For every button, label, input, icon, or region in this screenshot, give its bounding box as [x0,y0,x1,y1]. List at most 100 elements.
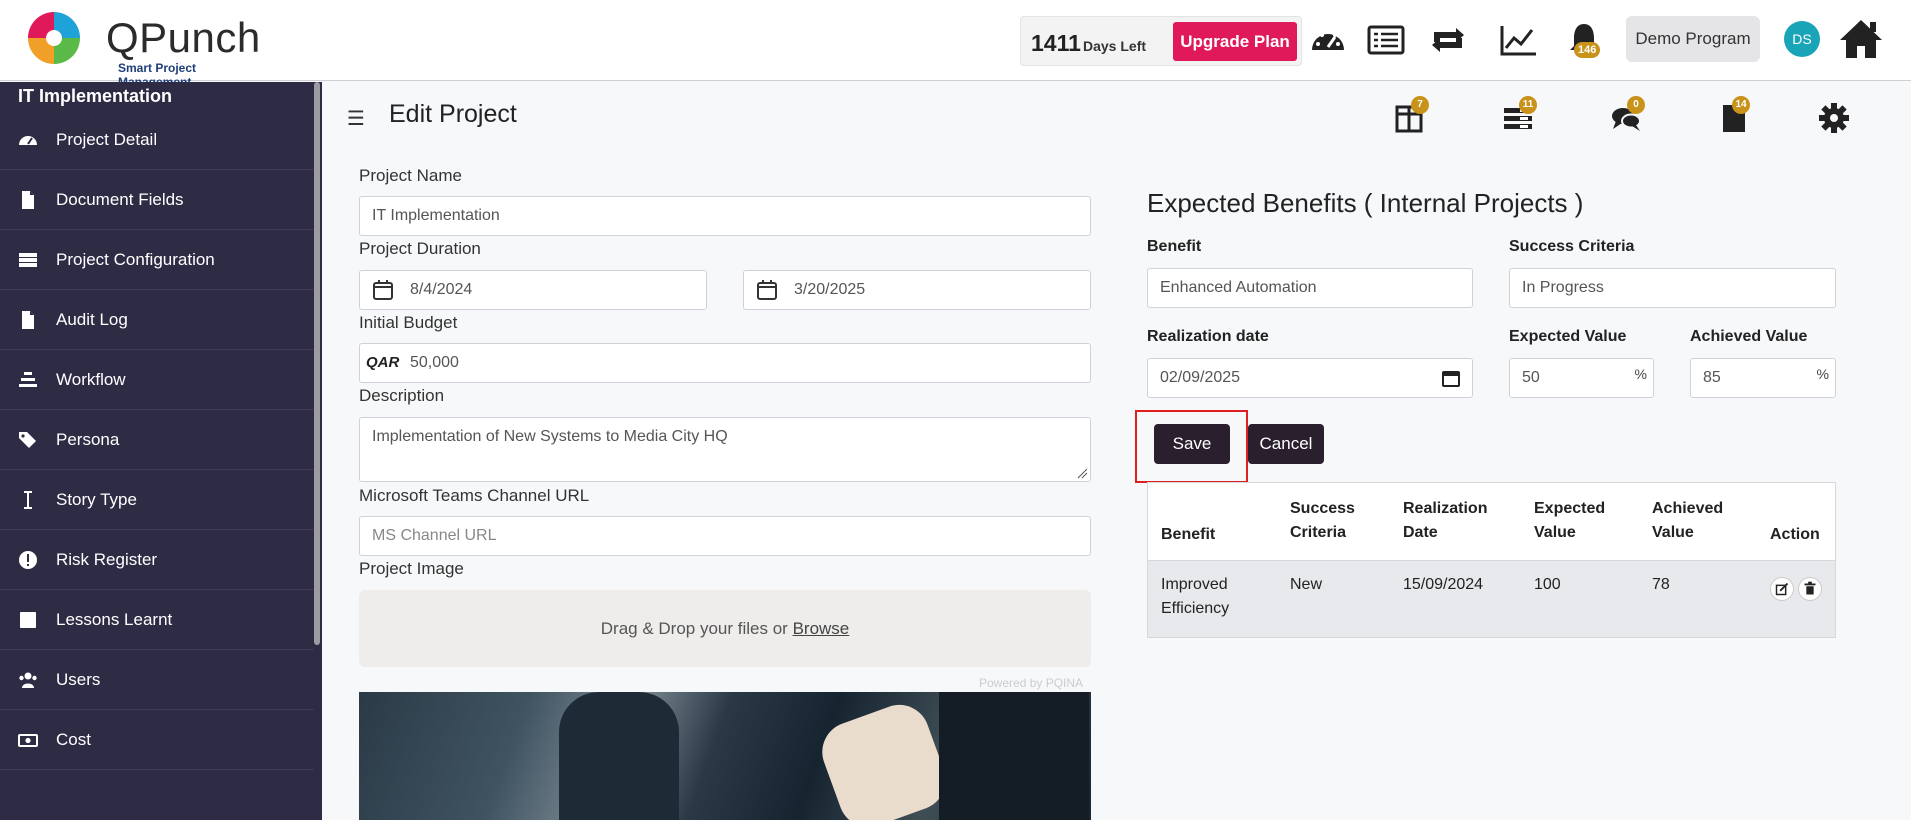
days-left-number: 1411 [1031,30,1081,56]
sidebar-item-story-type[interactable]: Story Type [0,470,314,530]
end-date-value: 3/20/2025 [794,281,866,298]
table-header-expected-value: Expected Value [1534,500,1606,541]
sidebar-item-label: Story Type [56,490,137,509]
dashboard-icon [19,136,37,145]
calendar-icon [373,280,393,300]
backlog-badge: 11 [1519,96,1537,114]
save-button[interactable]: Save [1154,424,1230,464]
row-expected-value: 100 [1534,576,1561,593]
teams-url-input[interactable]: MS Channel URL [359,516,1091,556]
expected-value-input[interactable]: 50 % [1509,358,1654,398]
project-image-label: Project Image [359,559,464,578]
edit-icon[interactable] [1770,577,1794,601]
sidebar-item-project-detail[interactable]: Project Detail [0,110,314,170]
percent-sign: % [1634,366,1647,382]
powered-by-text: Powered by PQINA [979,676,1084,690]
page-title: Edit Project [389,100,517,128]
gear-icon[interactable] [1818,102,1850,134]
sidebar-item-label: Cost [56,730,91,749]
sidebar-item-lessons-learnt[interactable]: Lessons Learnt [0,590,314,650]
resize-handle-icon[interactable] [1076,467,1088,479]
sidebar-scrollbar[interactable] [314,82,320,645]
sidebar-item-audit-log[interactable]: Audit Log [0,290,314,350]
exclamation-icon [19,551,37,569]
main-content: ☰ Edit Project 7 11 0 14 Project Name IT… [322,82,1911,820]
square-icon [20,612,36,628]
budget-value: 50,000 [410,354,459,371]
line-chart-icon[interactable] [1498,18,1538,62]
cancel-button[interactable]: Cancel [1248,424,1324,464]
description-label: Description [359,386,445,405]
image-dropzone[interactable]: Drag & Drop your files or Browse [359,590,1091,667]
benefit-input[interactable]: Enhanced Automation [1147,268,1473,308]
row-success-criteria: New [1290,576,1323,593]
tags-icon [19,432,36,448]
qpunch-logo[interactable]: QPunch Smart Project Management [24,8,260,89]
home-icon[interactable] [1838,16,1884,62]
sidebar-item-cost[interactable]: Cost [0,710,314,770]
brand-name: QPunch [106,14,261,61]
realization-date-input[interactable]: 02/09/2025 [1147,358,1473,398]
sidebar: IT Implementation Project Detail Documen… [0,82,322,820]
initial-budget-input[interactable]: QAR 50,000 [359,343,1091,383]
success-criteria-input[interactable]: In Progress [1509,268,1836,308]
currency-label: QAR [366,354,400,371]
days-left-box: 1411 Days Left Upgrade Plan [1020,16,1302,66]
sidebar-item-document-fields[interactable]: Document Fields [0,170,314,230]
dashboard-icon[interactable] [1308,18,1348,62]
calendar-icon[interactable] [1442,369,1460,387]
program-selector-button[interactable]: Demo Program [1626,16,1760,62]
row-realization-date: 15/09/2024 [1403,576,1484,593]
calendar-icon [757,280,777,300]
sidebar-item-label: Workflow [56,370,126,389]
retweet-icon[interactable] [1428,18,1468,62]
achieved-value-value: 85 [1703,369,1721,386]
list-icon[interactable] [1366,18,1406,62]
browse-link[interactable]: Browse [793,619,850,638]
sidebar-item-workflow[interactable]: Workflow [0,350,314,410]
row-achieved-value: 78 [1652,576,1670,593]
project-duration-label: Project Duration [359,239,481,258]
sidebar-item-label: Audit Log [56,310,128,329]
days-left-label: Days Left [1083,38,1147,54]
table-header-achieved-value: Achieved Value [1652,500,1724,541]
project-name-label: Project Name [359,166,462,185]
sidebar-item-project-configuration[interactable]: Project Configuration [0,230,314,290]
description-textarea[interactable]: Implementation of New Systems to Media C… [359,417,1091,482]
sidebar-item-risk-register[interactable]: Risk Register [0,530,314,590]
sidebar-item-label: Project Detail [56,130,158,149]
documents-badge: 14 [1732,96,1750,114]
table-header-action: Action [1770,526,1820,543]
sidebar-item-label: Document Fields [56,190,184,209]
dropzone-text: Drag & Drop your files or [600,619,788,638]
users-icon [19,672,37,688]
expected-value-value: 50 [1522,369,1540,386]
initial-budget-label: Initial Budget [359,313,458,332]
file-icon [22,311,34,329]
sidebar-item-users[interactable]: Users [0,650,314,710]
project-name-input[interactable]: IT Implementation [359,196,1091,236]
success-criteria-label: Success Criteria [1509,238,1635,255]
achieved-value-label: Achieved Value [1690,328,1808,345]
qpunch-logo-icon [28,12,80,64]
avatar[interactable]: DS [1784,21,1820,57]
start-date-input[interactable]: 8/4/2024 [359,270,707,310]
sidebar-item-label: Persona [56,430,120,449]
description-value: Implementation of New Systems to Media C… [372,428,728,445]
sidebar-item-persona[interactable]: Persona [0,410,314,470]
money-icon [18,734,38,747]
table-header-realization-date: Realization Date [1403,500,1488,541]
achieved-value-input[interactable]: 85 % [1690,358,1836,398]
row-benefit: Improved Efficiency [1161,576,1230,617]
upgrade-plan-button[interactable]: Upgrade Plan [1173,22,1297,61]
start-date-value: 8/4/2024 [410,281,473,298]
text-cursor-icon [24,491,32,509]
expected-value-label: Expected Value [1509,328,1627,345]
sidebar-item-label: Risk Register [56,550,158,569]
top-bar: QPunch Smart Project Management 1411 Day… [0,0,1911,89]
expected-benefits-title: Expected Benefits ( Internal Projects ) [1147,188,1584,218]
delete-icon[interactable] [1798,577,1822,601]
menu-toggle-icon[interactable]: ☰ [347,106,365,131]
benefit-label: Benefit [1147,238,1202,255]
end-date-input[interactable]: 3/20/2025 [743,270,1091,310]
